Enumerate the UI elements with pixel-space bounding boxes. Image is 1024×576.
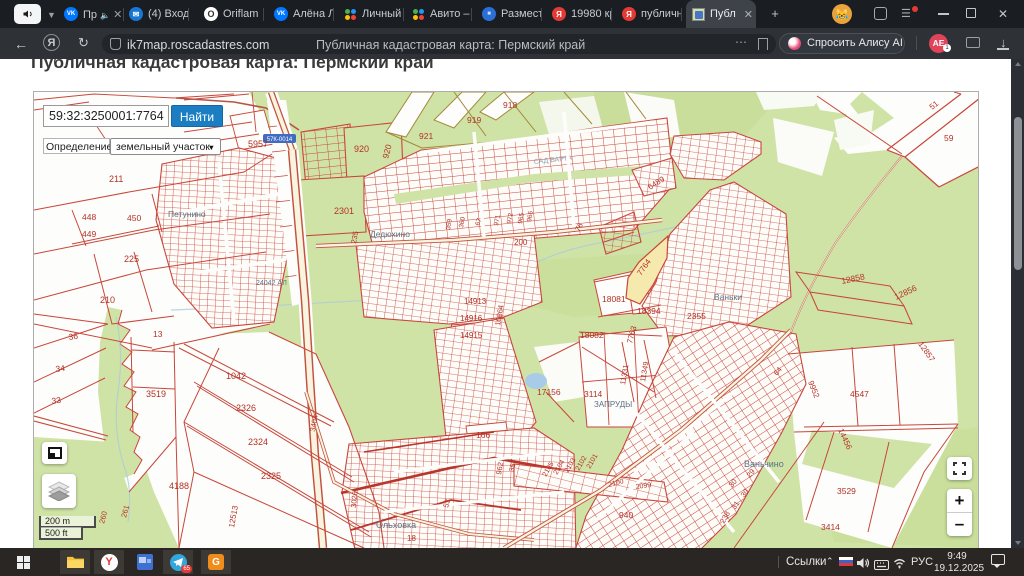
- svg-text:2326: 2326: [236, 403, 256, 413]
- svg-text:2355: 2355: [687, 311, 706, 321]
- svg-text:9952: 9952: [806, 379, 821, 399]
- svg-text:57К-0014: 57К-0014: [267, 137, 293, 143]
- svg-text:Ваньчино: Ваньчино: [744, 459, 784, 469]
- svg-text:359: 359: [445, 218, 454, 230]
- svg-text:12858: 12858: [840, 271, 865, 286]
- svg-text:210: 210: [100, 295, 115, 305]
- svg-text:Петунино: Петунино: [168, 209, 206, 219]
- svg-text:2301: 2301: [334, 206, 354, 216]
- svg-text:3519: 3519: [146, 389, 166, 399]
- svg-text:76: 76: [573, 221, 585, 233]
- svg-text:972: 972: [506, 212, 515, 224]
- svg-text:238: 238: [718, 510, 732, 525]
- svg-text:ЗАПРУДЫ: ЗАПРУДЫ: [594, 400, 632, 409]
- svg-text:30: 30: [727, 477, 739, 489]
- svg-text:235: 235: [349, 230, 360, 244]
- svg-text:Ольховка: Ольховка: [376, 520, 416, 530]
- svg-text:3404: 3404: [308, 414, 320, 432]
- svg-text:33: 33: [51, 395, 62, 406]
- svg-text:920: 920: [380, 143, 393, 160]
- svg-text:1042: 1042: [226, 371, 246, 381]
- svg-text:2325: 2325: [261, 471, 281, 481]
- svg-text:30: 30: [739, 487, 751, 499]
- svg-text:965: 965: [517, 212, 526, 224]
- svg-text:3114: 3114: [584, 389, 603, 399]
- svg-text:200: 200: [514, 238, 528, 247]
- svg-text:450: 450: [127, 213, 141, 223]
- svg-text:10864: 10864: [493, 304, 505, 326]
- svg-text:940: 940: [619, 510, 633, 520]
- svg-text:260: 260: [97, 510, 109, 524]
- svg-text:3529: 3529: [837, 486, 856, 496]
- svg-text:24042 АЛ: 24042 АЛ: [256, 280, 287, 287]
- svg-text:211: 211: [109, 174, 123, 184]
- svg-text:962: 962: [494, 461, 505, 475]
- svg-text:357: 357: [507, 458, 518, 472]
- svg-text:14456: 14456: [836, 427, 854, 451]
- svg-text:18394: 18394: [637, 306, 661, 316]
- svg-text:18082: 18082: [580, 330, 604, 340]
- svg-text:261: 261: [119, 504, 131, 518]
- svg-text:4547: 4547: [850, 389, 869, 399]
- svg-text:12856: 12856: [893, 283, 919, 302]
- svg-text:12513: 12513: [227, 504, 240, 528]
- svg-text:Ваньки: Ваньки: [714, 292, 742, 302]
- svg-text:17156: 17156: [537, 387, 561, 397]
- svg-text:448: 448: [82, 212, 96, 222]
- svg-text:921: 921: [419, 131, 433, 141]
- svg-text:67: 67: [474, 217, 483, 227]
- svg-text:7763: 7763: [625, 324, 638, 344]
- svg-text:2324: 2324: [248, 437, 268, 447]
- svg-text:4188: 4188: [169, 481, 189, 491]
- svg-text:2100: 2100: [608, 478, 625, 489]
- svg-text:6489: 6489: [646, 174, 666, 191]
- svg-text:14916: 14916: [460, 314, 483, 323]
- svg-text:966: 966: [526, 210, 535, 222]
- svg-text:2099: 2099: [635, 482, 652, 491]
- svg-text:53: 53: [441, 498, 452, 508]
- svg-text:59: 59: [944, 133, 954, 143]
- svg-text:919: 919: [467, 115, 481, 125]
- svg-text:3026: 3026: [349, 491, 359, 508]
- svg-text:11331: 11331: [618, 364, 630, 386]
- svg-text:36: 36: [68, 331, 79, 342]
- svg-text:14913: 14913: [464, 297, 487, 306]
- svg-text:918: 918: [503, 100, 517, 110]
- svg-text:920: 920: [354, 144, 369, 154]
- svg-text:34: 34: [55, 363, 66, 374]
- svg-text:18: 18: [407, 534, 416, 543]
- svg-text:360: 360: [458, 216, 467, 228]
- svg-text:13: 13: [153, 329, 163, 339]
- svg-text:225: 225: [124, 254, 139, 264]
- svg-text:449: 449: [82, 229, 96, 239]
- svg-text:2101: 2101: [586, 453, 600, 470]
- svg-text:14915: 14915: [460, 331, 483, 340]
- svg-text:51: 51: [928, 99, 941, 112]
- svg-text:18081: 18081: [602, 294, 626, 304]
- svg-text:11349: 11349: [638, 361, 650, 383]
- svg-text:971: 971: [493, 214, 502, 226]
- svg-text:12857: 12857: [916, 340, 936, 364]
- svg-text:31: 31: [729, 499, 741, 511]
- svg-text:166: 166: [476, 430, 490, 440]
- svg-text:5957: 5957: [248, 139, 268, 149]
- svg-text:3414: 3414: [821, 522, 840, 532]
- svg-text:Дедюхино: Дедюхино: [370, 229, 410, 239]
- svg-text:64: 64: [772, 365, 784, 377]
